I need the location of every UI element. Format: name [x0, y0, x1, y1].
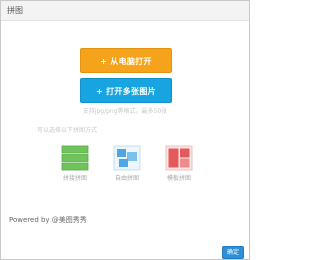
collage-dialog: 拼图 + 从电脑打开 + 打开多张图片 支持jpg/png等格式，最多50张 可… [0, 0, 250, 260]
powered-by-text: Powered by @美图秀秀 [9, 216, 87, 224]
title-bar: 拼图 [1, 1, 249, 21]
mode-free-label: 自由拼图 [114, 175, 139, 182]
mode-template-tile[interactable] [164, 143, 194, 173]
mode-choice-hint: 可以选择以下拼图方式 [37, 127, 98, 134]
template-grid-icon [165, 145, 193, 171]
mode-free-tile[interactable] [112, 143, 142, 173]
confirm-button[interactable]: 确定 [222, 246, 244, 259]
mode-stitch-tile[interactable] [60, 143, 90, 173]
free-collage-icon [113, 145, 141, 171]
window-title: 拼图 [7, 6, 23, 15]
mode-template-label: 模板拼图 [166, 175, 191, 182]
stacked-rows-icon [61, 145, 89, 171]
format-limit-hint: 支持jpg/png等格式，最多50张 [82, 108, 168, 115]
open-local-button[interactable]: + 从电脑打开 [80, 48, 172, 73]
mode-stitch-label: 拼接拼图 [62, 175, 87, 182]
open-multiple-button[interactable]: + 打开多张图片 [80, 78, 172, 103]
